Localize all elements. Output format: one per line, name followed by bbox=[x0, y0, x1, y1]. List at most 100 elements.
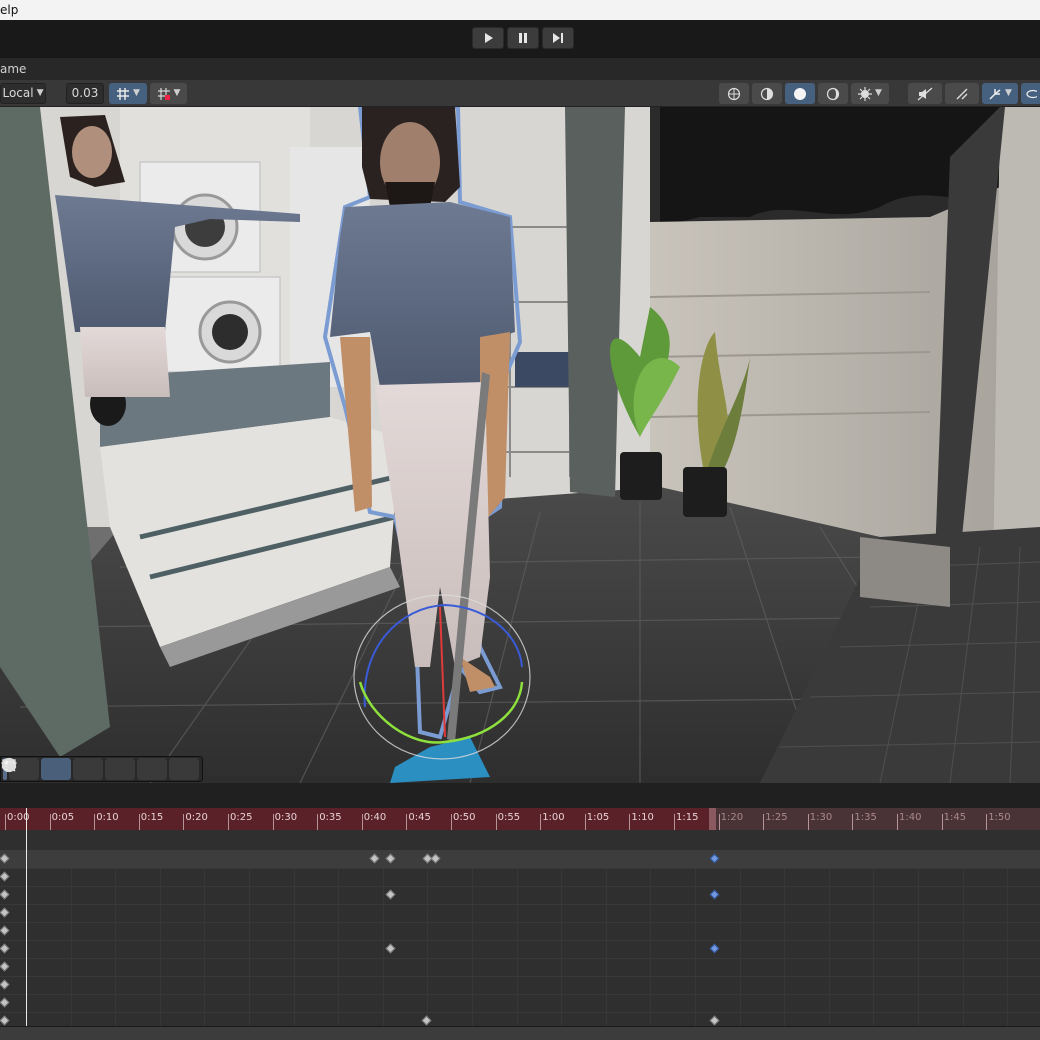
keyframe[interactable] bbox=[421, 1015, 432, 1026]
track-divider bbox=[0, 940, 1040, 941]
scene-render bbox=[0, 107, 1040, 783]
ruler-tick-label: 1:10 bbox=[631, 812, 654, 823]
wireframe-shading-icon bbox=[727, 87, 741, 100]
keyframe[interactable] bbox=[709, 889, 720, 900]
grid-line bbox=[962, 868, 964, 1026]
ruler-tick-label: 0:45 bbox=[408, 812, 431, 823]
timeline-tracks[interactable] bbox=[0, 830, 1040, 1031]
grid-line bbox=[605, 868, 607, 1026]
playhead[interactable] bbox=[26, 808, 27, 1026]
step-button[interactable] bbox=[542, 27, 574, 49]
grid-line bbox=[70, 868, 72, 1026]
chevron-down-icon: ▼ bbox=[173, 88, 181, 98]
grid-line bbox=[293, 868, 295, 1026]
gizmos-icon bbox=[989, 88, 1001, 100]
grid-line bbox=[873, 868, 875, 1026]
scene-tab-bar: ame bbox=[0, 58, 1040, 80]
ruler-tick-label: 1:00 bbox=[542, 812, 565, 823]
keyframe[interactable] bbox=[0, 1015, 10, 1026]
grid-line bbox=[249, 868, 250, 1026]
gizmos-dropdown[interactable]: ▼ bbox=[982, 83, 1018, 104]
ruler-tick-label: 1:30 bbox=[809, 812, 833, 823]
keyframe[interactable] bbox=[385, 943, 396, 954]
ruler-tick-label: 1:20 bbox=[720, 812, 744, 823]
keyframe[interactable] bbox=[0, 925, 10, 936]
shaded-wireframe-button[interactable] bbox=[752, 83, 782, 104]
summary-track bbox=[0, 850, 1040, 868]
pause-icon bbox=[519, 33, 527, 43]
search-button[interactable] bbox=[2, 758, 103, 780]
ruler-tick-label: 0:55 bbox=[497, 812, 521, 823]
effects-dropdown[interactable]: ▼ bbox=[851, 83, 889, 104]
keyframe[interactable] bbox=[709, 1015, 720, 1026]
grid-line bbox=[918, 868, 919, 1026]
ruler-tick-label: 1:15 bbox=[676, 812, 699, 823]
lit-sphere-button[interactable] bbox=[818, 83, 848, 104]
grid-line bbox=[828, 868, 830, 1026]
audio-mute-button[interactable] bbox=[908, 83, 942, 104]
pivot-rotation-dropdown[interactable]: Local ▼ bbox=[0, 83, 46, 104]
ruler-tick-label: 1:45 bbox=[943, 812, 967, 823]
menu-help[interactable]: elp bbox=[0, 3, 18, 17]
ruler-tick-label: 0:25 bbox=[230, 812, 253, 823]
grid-line bbox=[1007, 868, 1009, 1026]
step-forward-icon bbox=[553, 33, 563, 43]
grid-line bbox=[472, 868, 473, 1026]
playback-controls bbox=[472, 27, 574, 49]
keyframe[interactable] bbox=[0, 871, 10, 882]
camera-button[interactable] bbox=[2, 758, 167, 780]
2d-toggle-button[interactable] bbox=[945, 83, 979, 104]
grid-line bbox=[695, 868, 696, 1026]
track-divider bbox=[0, 886, 1040, 887]
snap-value-field[interactable]: 0.03 bbox=[66, 83, 104, 104]
compass-button[interactable] bbox=[1, 757, 199, 780]
lit-sphere-icon bbox=[826, 87, 840, 100]
move-arrows-button[interactable] bbox=[2, 758, 135, 780]
grid-line bbox=[159, 868, 161, 1026]
timeline-header bbox=[0, 783, 1040, 808]
chevron-down-icon: ▼ bbox=[875, 88, 882, 98]
keyframe[interactable] bbox=[0, 889, 10, 900]
grid-line bbox=[382, 868, 384, 1026]
grid-line bbox=[427, 868, 429, 1026]
grid-line bbox=[204, 868, 206, 1026]
keyframe[interactable] bbox=[385, 889, 396, 900]
shaded-icon bbox=[794, 87, 806, 100]
ruler-tick-label: 0:40 bbox=[363, 812, 387, 823]
snap-value: 0.03 bbox=[71, 86, 99, 100]
grid-line bbox=[338, 868, 340, 1026]
compass-icon bbox=[1, 757, 17, 773]
track-divider bbox=[0, 958, 1040, 959]
pause-button[interactable] bbox=[507, 27, 539, 49]
pivot-label: Local bbox=[2, 86, 34, 100]
keyframe[interactable] bbox=[0, 979, 10, 990]
layers-button[interactable] bbox=[1, 758, 71, 780]
keyframe[interactable] bbox=[0, 943, 10, 954]
keyframe[interactable] bbox=[709, 943, 720, 954]
timeline-ruler[interactable]: 0:00 0:05 0:10 0:15 0:20 0:25 0:30 0:35 0:40 0:45… bbox=[0, 808, 1040, 830]
visibility-icon bbox=[1025, 89, 1037, 98]
tab-game[interactable]: ame bbox=[0, 58, 26, 80]
ruler-tick-label: 0:05 bbox=[51, 812, 75, 823]
keyframe[interactable] bbox=[0, 907, 10, 918]
increment-snap-toggle[interactable]: ▼ bbox=[150, 83, 187, 104]
audio-mute-icon bbox=[917, 87, 933, 100]
ruler-tick-label: 0:15 bbox=[140, 812, 164, 823]
grid-snap-toggle[interactable]: ▼ bbox=[109, 83, 147, 104]
clip-end-marker[interactable] bbox=[709, 808, 716, 830]
shaded-button[interactable] bbox=[785, 83, 815, 104]
scene-viewport[interactable] bbox=[0, 107, 1040, 783]
keyframe[interactable] bbox=[0, 961, 10, 972]
ruler-tick-label: 1:25 bbox=[765, 812, 788, 823]
ruler-tick-label: 1:50 bbox=[988, 812, 1011, 823]
track-divider bbox=[0, 904, 1040, 905]
shaded-wireframe-icon bbox=[760, 87, 774, 100]
grid-line bbox=[561, 868, 563, 1026]
visibility-button[interactable] bbox=[1021, 83, 1040, 104]
wireframe-shading-button[interactable] bbox=[719, 83, 749, 104]
ruler-tick-label: 1:35 bbox=[854, 812, 877, 823]
chevron-down-icon: ▼ bbox=[36, 88, 44, 98]
keyframe[interactable] bbox=[0, 997, 10, 1008]
play-button[interactable] bbox=[472, 27, 504, 49]
chevron-down-icon: ▼ bbox=[133, 88, 140, 98]
